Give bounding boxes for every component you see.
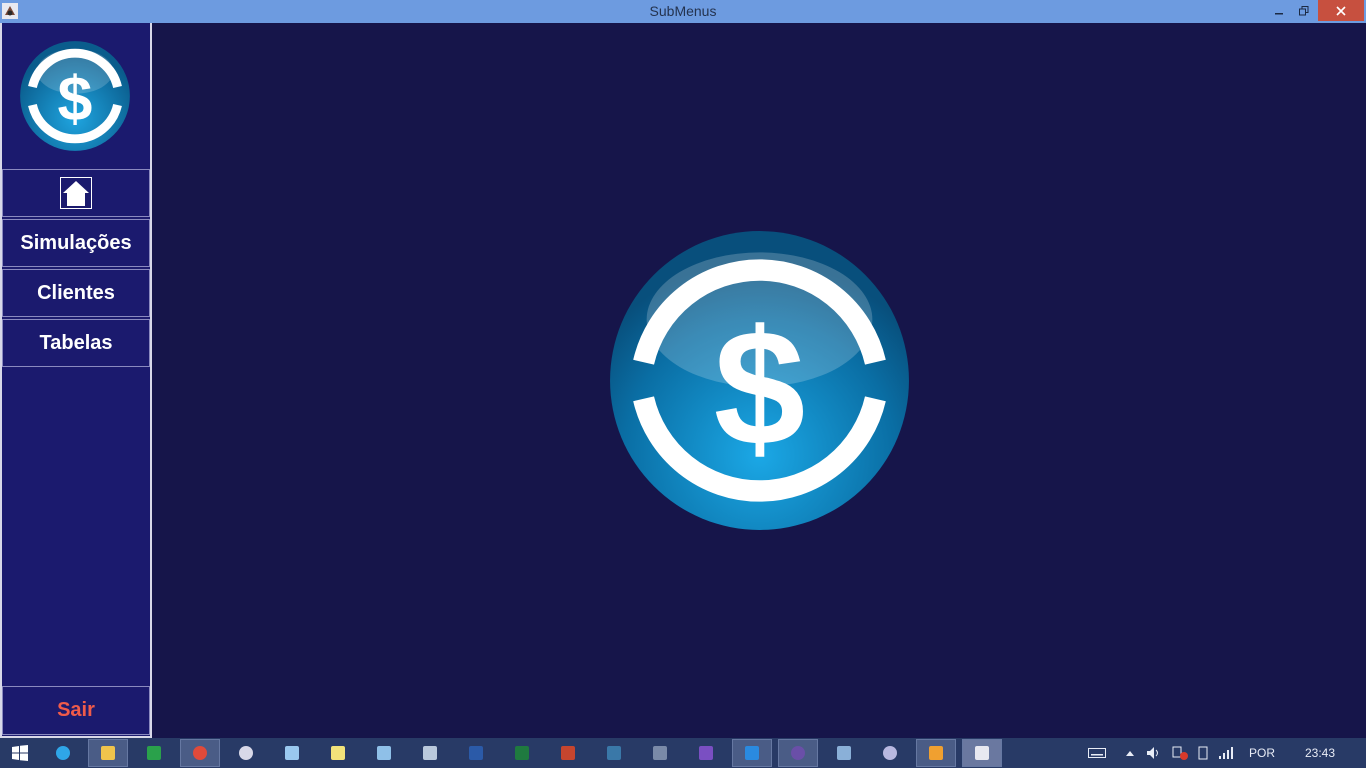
close-icon [1336,5,1346,16]
sidebar-item-simulacoes[interactable]: Simulações [2,219,150,267]
sidebar-item-tabelas[interactable]: Tabelas [2,319,150,367]
restore-button[interactable] [1293,0,1315,21]
minimize-button[interactable] [1268,0,1290,21]
sidebar-item-label: Clientes [37,281,115,304]
svg-text:$: $ [714,296,806,480]
dollar-logo-icon: $ [610,231,909,530]
start-button[interactable] [0,739,40,767]
sidebar: $ Simulações Clientes Tabelas Sair [0,23,152,738]
sql-server-icon[interactable] [640,739,680,767]
exit-button[interactable]: Sair [2,686,150,735]
paint-icon[interactable] [226,739,266,767]
excel-icon[interactable] [502,739,542,767]
vscode-icon[interactable] [732,739,772,767]
windows-start-icon [12,745,28,761]
battery-icon[interactable] [1196,738,1210,768]
input-language[interactable]: POR [1249,738,1275,768]
close-button[interactable] [1318,0,1364,21]
store-icon[interactable] [134,739,174,767]
sticky-notes-icon[interactable] [318,739,358,767]
home-button[interactable] [2,169,150,217]
minimize-icon [1275,12,1283,14]
signal-icon[interactable] [1218,738,1234,768]
keyboard-icon[interactable] [1088,738,1106,768]
restore-icon [1299,5,1309,15]
sidebar-item-label: Simulações [20,231,132,254]
sidebar-item-label: Tabelas [39,331,113,354]
volume-icon[interactable] [1146,738,1162,768]
title-bar: SubMenus [0,0,1366,23]
window-title: SubMenus [649,3,717,19]
home-icon [60,177,92,209]
word-icon[interactable] [456,739,496,767]
visual-studio-icon[interactable] [686,739,726,767]
sidebar-item-clientes[interactable]: Clientes [2,269,150,317]
network-error-icon[interactable] [1172,738,1188,768]
notepad-icon[interactable] [272,739,312,767]
media-player-icon[interactable] [916,739,956,767]
calculator-icon[interactable] [410,739,450,767]
java-app-taskbar-icon[interactable] [962,739,1002,767]
virtualbox-icon[interactable] [824,739,864,767]
show-hidden-icons-icon[interactable] [1126,738,1134,768]
database-icon[interactable] [870,739,910,767]
dollar-logo-icon: $ [20,41,130,151]
clock[interactable]: 23:43 [1305,738,1335,768]
github-icon[interactable] [778,739,818,767]
main-content: $ [152,23,1366,738]
internet-explorer-icon[interactable] [43,739,83,767]
svg-text:$: $ [58,65,93,135]
mysql-workbench-icon[interactable] [594,739,634,767]
chrome-icon[interactable] [180,739,220,767]
exit-label: Sair [57,699,95,721]
powerpoint-icon[interactable] [548,739,588,767]
file-explorer-icon[interactable] [88,739,128,767]
remote-desktop-icon[interactable] [364,739,404,767]
taskbar: POR 23:43 [0,738,1366,768]
